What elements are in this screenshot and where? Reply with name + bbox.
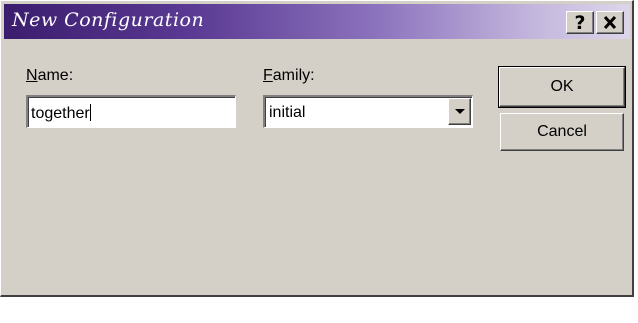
new-configuration-dialog: New Configuration ? Name: together Famil… [0, 0, 634, 297]
family-select[interactable]: initial [263, 95, 473, 128]
name-input[interactable]: together [26, 95, 236, 128]
name-input-value: together [31, 105, 90, 122]
cancel-button[interactable]: Cancel [500, 113, 624, 151]
name-label-mnemonic: N [26, 67, 38, 84]
family-label-text: amily: [272, 67, 315, 84]
close-icon [603, 16, 617, 29]
text-caret [89, 104, 91, 121]
ok-button[interactable]: OK [498, 66, 626, 108]
chevron-down-icon [454, 108, 465, 114]
name-label-text: ame: [37, 67, 74, 84]
title-bar[interactable]: New Configuration ? [4, 4, 630, 39]
family-dropdown-button[interactable] [448, 98, 471, 125]
name-label: Name: [26, 67, 73, 85]
family-label: Family: [263, 67, 315, 85]
window-title: New Configuration [12, 9, 205, 31]
close-button[interactable] [596, 11, 624, 34]
family-label-mnemonic: F [263, 67, 273, 84]
help-button[interactable]: ? [566, 11, 594, 34]
family-select-value: initial [269, 104, 306, 121]
